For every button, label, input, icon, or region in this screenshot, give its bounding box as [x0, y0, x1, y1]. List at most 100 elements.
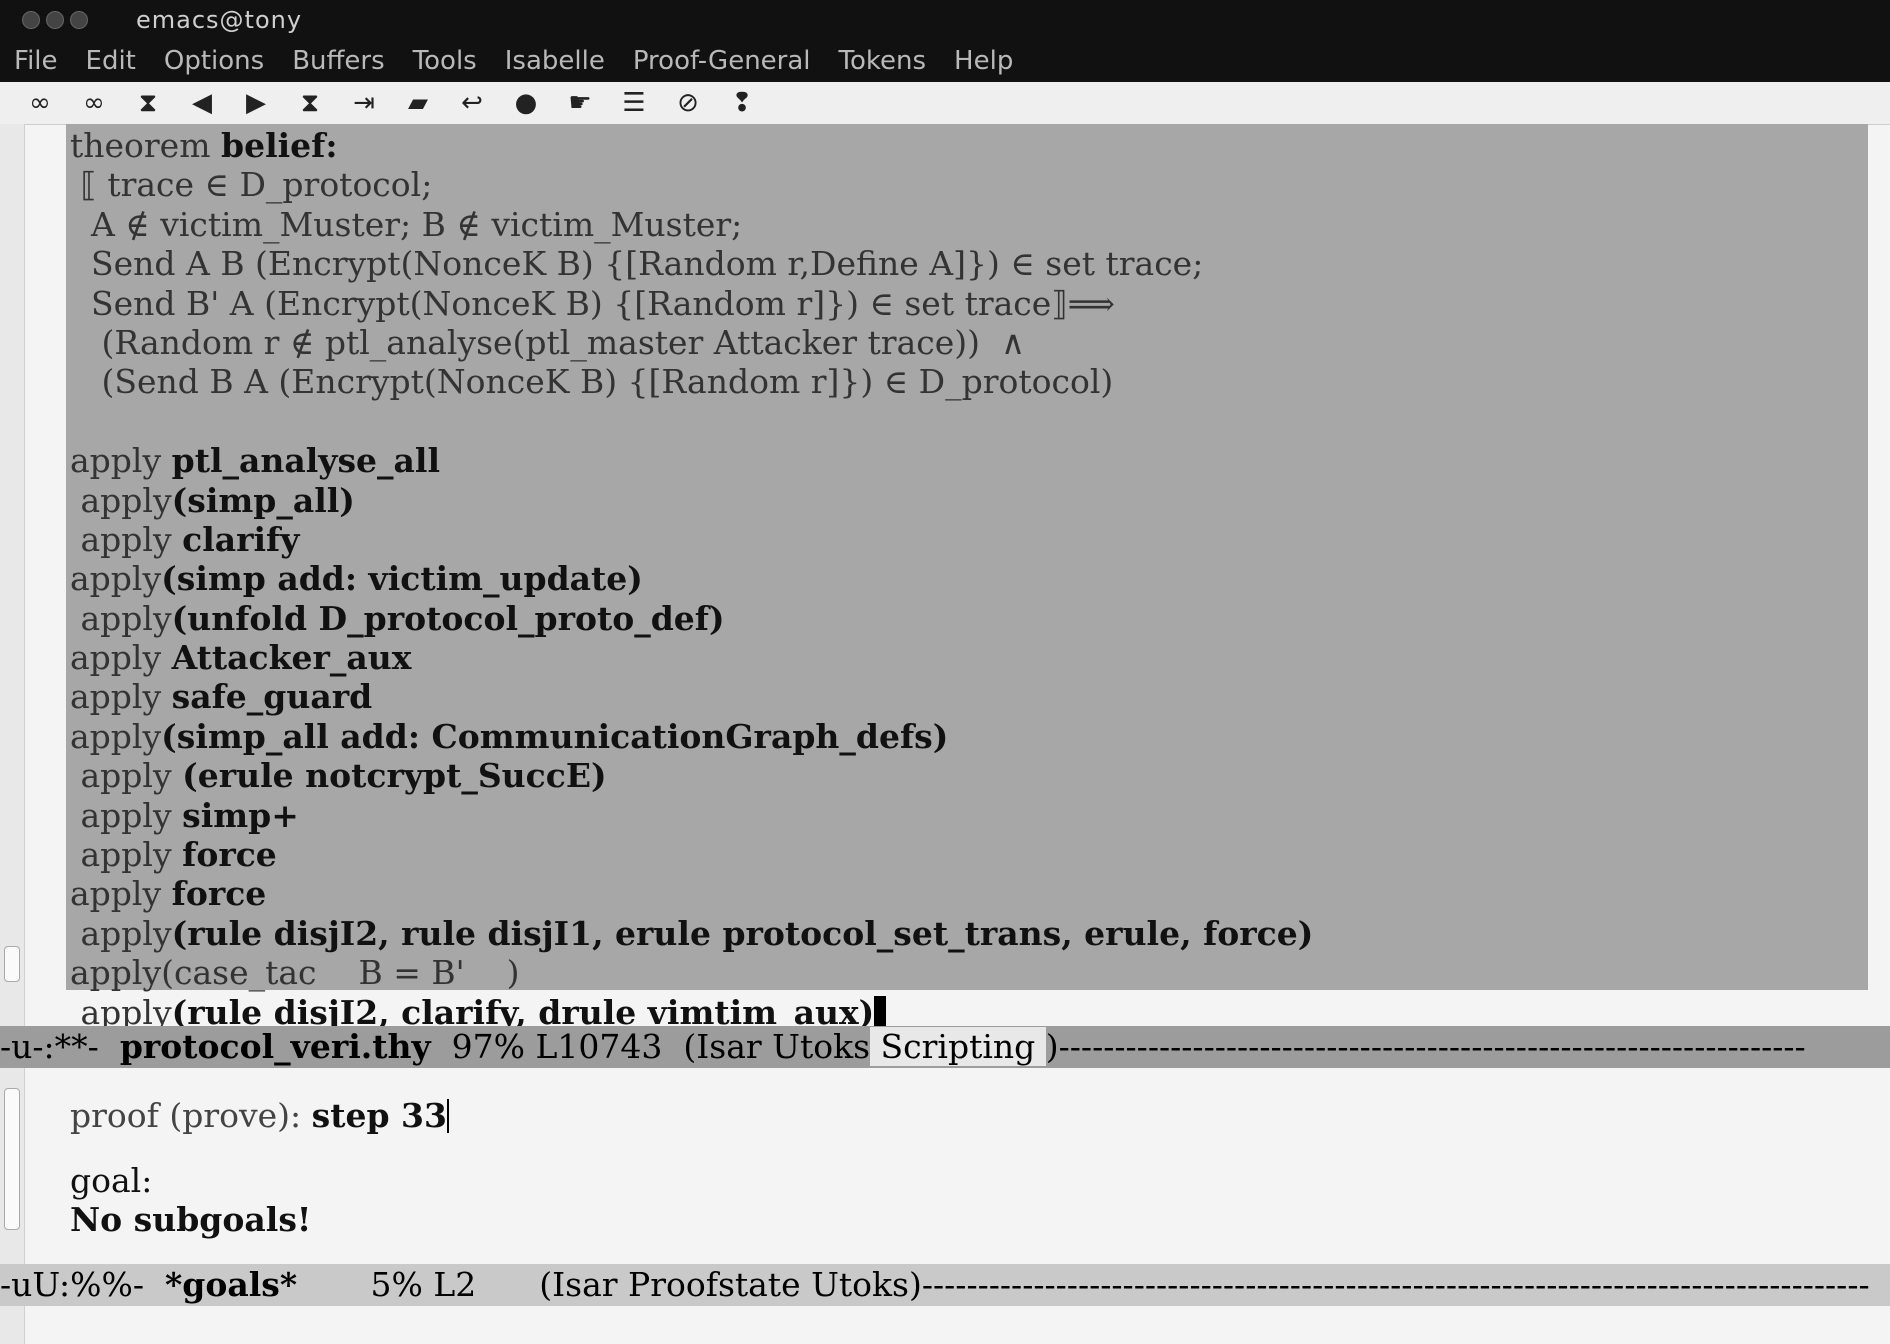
- state-icon[interactable]: ↩: [456, 88, 488, 118]
- code-keyword: apply: [80, 756, 183, 796]
- bottom-fringe: [0, 1306, 25, 1344]
- editor-scrollbar[interactable]: [0, 124, 25, 1026]
- modeline-goals-fill: ----------------------------------------…: [921, 1265, 1870, 1304]
- maximize-window-button[interactable]: [70, 11, 88, 29]
- toolbar: ∞ ∞ ⧗ ◀ ▶ ⧗ ⇥ ▰ ↩ ● ☛ ☰ ⊘ ❢: [0, 82, 1890, 125]
- code-keyword: apply: [80, 835, 183, 875]
- modeline-mode-scripting: Scripting: [870, 1027, 1046, 1066]
- code-line: Send A B (Encrypt(NonceK B) {[Random r,D…: [70, 244, 1313, 283]
- goal-icon[interactable]: ⧗: [132, 88, 164, 118]
- code-argument: clarify: [182, 519, 300, 559]
- modeline-goals-position: 5% L2 (Isar Proofstate Utoks): [297, 1265, 922, 1304]
- code-argument: (simp_all): [171, 480, 355, 520]
- goals-buffer[interactable]: proof (prove): step 33 goal: No subgoals…: [70, 1068, 1870, 1264]
- menu-edit[interactable]: Edit: [84, 46, 138, 76]
- modeline-goals: -uU:%%- *goals* 5% L2 (Isar Proofstate U…: [0, 1264, 1890, 1306]
- menu-isabelle[interactable]: Isabelle: [503, 46, 607, 76]
- code-keyword: apply: [80, 992, 172, 1026]
- code-line: (Send B A (Encrypt(NonceK B) {[Random r]…: [70, 362, 1313, 401]
- code-line: apply simp+: [70, 796, 1313, 835]
- code-argument: safe_guard: [171, 677, 373, 717]
- context-icon[interactable]: ●: [510, 88, 542, 118]
- retract-icon[interactable]: ∞: [24, 88, 56, 118]
- undo-icon[interactable]: ∞: [78, 88, 110, 118]
- interrupt-icon[interactable]: ⊘: [672, 88, 704, 118]
- menu-file[interactable]: File: [12, 46, 60, 76]
- code-keyword: apply: [70, 638, 172, 678]
- next-step-icon[interactable]: ▶: [240, 88, 272, 118]
- code-keyword: Send A B (Encrypt(NonceK B) {[Random r,D…: [80, 244, 1204, 284]
- code-line: apply(rule disjI2, clarify, drule vimtim…: [70, 993, 1313, 1026]
- minimize-window-button[interactable]: [46, 11, 64, 29]
- code-line: apply clarify: [70, 520, 1313, 559]
- code-keyword: apply: [70, 441, 172, 481]
- code-argument: (simp_all add: CommunicationGraph_defs): [161, 716, 949, 756]
- modeline-status: -u-:**-: [0, 1027, 120, 1066]
- code-lines: theorem belief: ⟦ trace ∈ D_protocol; A …: [70, 126, 1313, 1026]
- code-argument: Attacker_aux: [171, 638, 412, 678]
- menu-help[interactable]: Help: [952, 46, 1015, 76]
- code-line: apply (erule notcrypt_SuccE): [70, 756, 1313, 795]
- code-line: theorem belief:: [70, 126, 1313, 165]
- modeline-fill: )---------------------------------------…: [1045, 1027, 1806, 1066]
- code-line: apply(rule disjI2, rule disjI1, erule pr…: [70, 914, 1314, 953]
- modeline-goals-status: -uU:%%-: [0, 1265, 165, 1304]
- proof-step: step 33: [311, 1096, 447, 1135]
- modeline-goals-buffer-name[interactable]: *goals*: [165, 1265, 297, 1304]
- code-argument: belief:: [221, 126, 338, 165]
- code-keyword: apply: [80, 795, 183, 835]
- undo-step-icon[interactable]: ◀: [186, 88, 218, 118]
- command-icon[interactable]: ☰: [618, 88, 650, 118]
- menu-tokens[interactable]: Tokens: [837, 46, 929, 76]
- text-cursor: [874, 995, 887, 1026]
- code-line: apply force: [70, 835, 1313, 874]
- menu-options[interactable]: Options: [162, 46, 266, 76]
- proof-label: proof (prove):: [70, 1096, 312, 1135]
- code-line: apply Attacker_aux: [70, 638, 1313, 677]
- menu-tools[interactable]: Tools: [411, 46, 479, 76]
- goal-label: goal:: [70, 1161, 153, 1200]
- code-keyword: apply: [80, 519, 183, 559]
- code-line: ⟦ trace ∈ D_protocol;: [70, 165, 1313, 204]
- modeline-mode-utoks: Utoks: [772, 1027, 871, 1066]
- code-keyword: apply: [80, 480, 172, 520]
- goals-scroll-thumb[interactable]: [4, 1088, 20, 1230]
- window-titlebar: emacs@tony: [0, 0, 1890, 40]
- menu-proof-general[interactable]: Proof-General: [631, 46, 813, 76]
- code-line: apply(simp_all): [70, 481, 1313, 520]
- info-icon[interactable]: ❢: [726, 88, 758, 118]
- code-argument: (simp add: victim_update): [161, 559, 643, 599]
- goals-scrollbar[interactable]: [0, 1068, 25, 1264]
- use-icon[interactable]: ⧗: [294, 88, 326, 118]
- modeline-buffer-name[interactable]: protocol_veri.thy: [120, 1027, 431, 1066]
- code-argument: force: [171, 874, 267, 914]
- code-line: apply(case_tac B = B' ): [70, 953, 1313, 992]
- menubar: File Edit Options Buffers Tools Isabelle…: [0, 40, 1890, 82]
- window-controls: [22, 11, 88, 29]
- menu-buffers[interactable]: Buffers: [290, 46, 386, 76]
- code-keyword: theorem: [70, 126, 221, 165]
- close-window-button[interactable]: [22, 11, 40, 29]
- goto-icon[interactable]: ⇥: [348, 88, 380, 118]
- code-line: apply ptl_analyse_all: [70, 441, 1313, 480]
- code-line: apply(simp add: victim_update): [70, 559, 1313, 598]
- qed-icon[interactable]: ▰: [402, 88, 434, 118]
- code-keyword: apply: [70, 677, 172, 717]
- find-icon[interactable]: ☛: [564, 88, 596, 118]
- editor-scroll-thumb[interactable]: [4, 946, 20, 982]
- theory-editor[interactable]: theorem belief: ⟦ trace ∈ D_protocol; A …: [66, 124, 1876, 1026]
- code-keyword: (Random r ∉ ptl_analyse(ptl_master Attac…: [90, 322, 1026, 362]
- code-keyword: apply: [70, 874, 172, 914]
